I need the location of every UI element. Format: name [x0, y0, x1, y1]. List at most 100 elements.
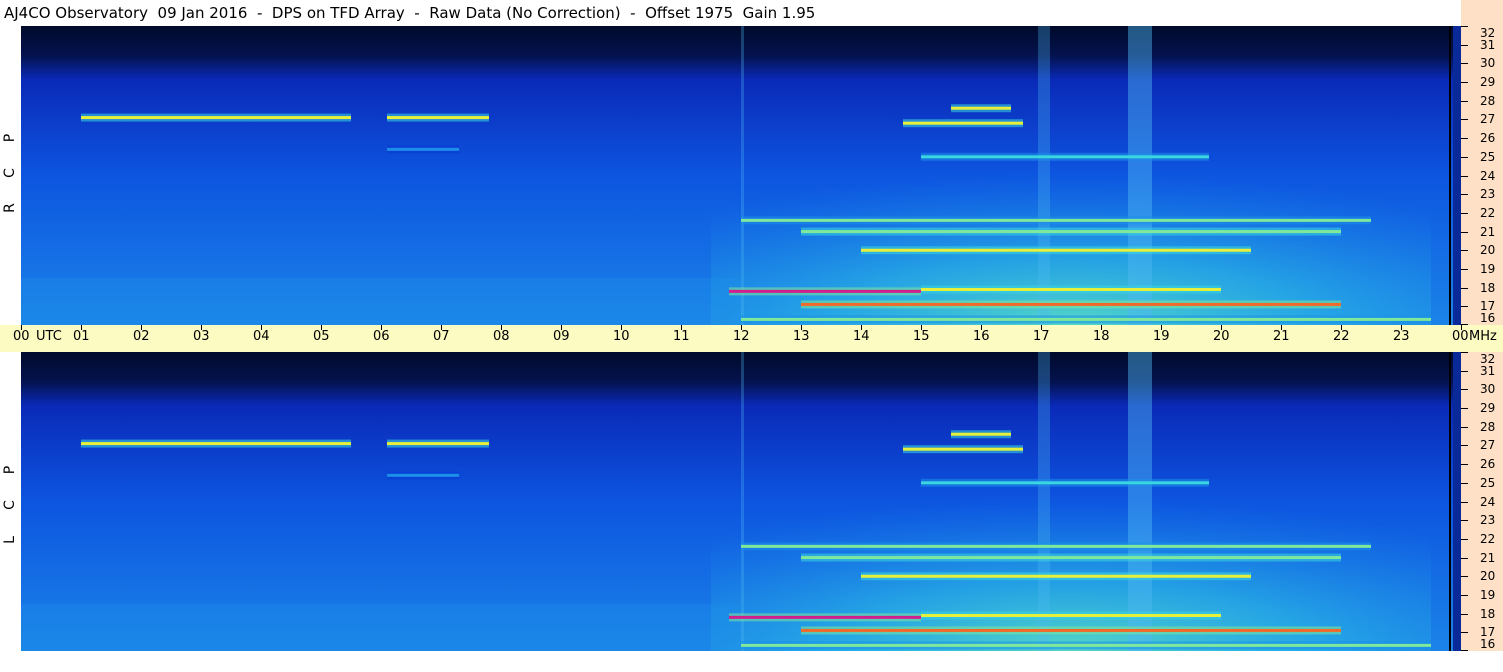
y-axis-header-strip — [1461, 0, 1503, 26]
y-tick-label: 20 — [1480, 569, 1496, 583]
emission-band — [387, 442, 489, 446]
emission-band — [387, 116, 489, 120]
y-tick-label: 18 — [1480, 281, 1496, 295]
emission-band — [741, 317, 1431, 321]
y-tick-label: 19 — [1480, 588, 1496, 602]
rcp-side-label: P C R — [2, 120, 18, 230]
x-tick-label: 07 — [433, 329, 450, 344]
y-tick — [1461, 558, 1468, 559]
x-tick-label: 03 — [193, 329, 210, 344]
plot-right-edge — [1453, 26, 1461, 325]
emission-band — [951, 106, 1011, 110]
y-tick-label: 25 — [1480, 476, 1496, 490]
y-tick — [1461, 232, 1468, 233]
emission-band — [741, 643, 1431, 647]
emission-band — [801, 628, 1341, 632]
y-tick-label: 22 — [1480, 206, 1496, 220]
emission-band — [741, 544, 1371, 548]
x-tick-label: 10 — [613, 329, 630, 344]
y-tick-label: 17 — [1480, 299, 1496, 313]
lcp-letter-2: C — [2, 500, 18, 510]
y-tick — [1461, 82, 1468, 83]
chart-title: AJ4CO Observatory 09 Jan 2016 - DPS on T… — [4, 4, 816, 22]
y-tick — [1461, 269, 1468, 270]
interference-column — [1038, 26, 1050, 325]
lcp-frequency-axis: 16 17 18 19 20 21 22 23 24 25 26 27 28 29 30 31 32 — [1461, 352, 1503, 651]
y-tick-label: 23 — [1480, 513, 1496, 527]
utc-time-axis: 00 01 02 03 04 05 06 07 08 09 10 11 12 13 14 15 16 17 18 19… — [0, 325, 1503, 352]
lcp-side-label: P C L — [2, 452, 18, 562]
y-tick — [1461, 288, 1468, 289]
y-tick — [1461, 539, 1468, 540]
y-tick — [1461, 194, 1468, 195]
y-tick-label: 27 — [1480, 112, 1496, 126]
y-tick — [1461, 138, 1468, 139]
y-tick-label: 32 — [1480, 352, 1496, 366]
y-tick-label: 22 — [1480, 532, 1496, 546]
y-tick-label: 23 — [1480, 187, 1496, 201]
emission-band — [903, 121, 1023, 125]
emission-band — [861, 574, 1251, 578]
y-tick — [1461, 119, 1468, 120]
emission-band — [921, 481, 1209, 485]
x-tick-label: 21 — [1273, 329, 1290, 344]
y-tick-label: 21 — [1480, 551, 1496, 565]
x-tick-label: 19 — [1153, 329, 1170, 344]
interference-column — [741, 26, 744, 325]
emission-band — [729, 615, 921, 619]
y-tick-label: 31 — [1480, 38, 1496, 52]
y-tick — [1461, 502, 1468, 503]
emission-band — [741, 218, 1371, 222]
lcp-letter-1: P — [2, 465, 18, 475]
x-tick-label: 22 — [1333, 329, 1350, 344]
y-tick — [1461, 632, 1468, 633]
x-tick-label: 00 — [1452, 329, 1469, 344]
x-tick-label: 20 — [1213, 329, 1230, 344]
x-tick-label: 16 — [973, 329, 990, 344]
x-tick-label: 17 — [1033, 329, 1050, 344]
emission-band — [903, 447, 1023, 451]
y-tick-label: 25 — [1480, 150, 1496, 164]
y-tick-label: 26 — [1480, 457, 1496, 471]
lcp-spectrogram — [21, 352, 1461, 651]
rcp-letter-3: R — [2, 203, 18, 213]
rcp-letter-2: C — [2, 168, 18, 178]
low-frequency-background — [21, 278, 741, 325]
emission-band — [801, 302, 1341, 306]
emission-band — [81, 442, 351, 446]
y-tick — [1461, 306, 1468, 307]
y-tick-label: 24 — [1480, 495, 1496, 509]
x-tick-label: 23 — [1393, 329, 1410, 344]
emission-band — [81, 116, 351, 120]
y-tick — [1461, 408, 1468, 409]
y-tick — [1461, 371, 1468, 372]
x-tick-label: 11 — [673, 329, 690, 344]
y-tick — [1461, 101, 1468, 102]
y-tick — [1461, 45, 1468, 46]
y-tick — [1461, 352, 1468, 353]
y-tick-label: 29 — [1480, 401, 1496, 415]
x-tick-label: 00 — [13, 329, 30, 344]
x-tick-label: 08 — [493, 329, 510, 344]
plot-right-edge — [1453, 352, 1461, 651]
emission-band — [921, 155, 1209, 159]
y-tick-label: 21 — [1480, 225, 1496, 239]
x-tick-label: 18 — [1093, 329, 1110, 344]
y-tick-label: 16 — [1480, 637, 1496, 651]
y-tick — [1461, 157, 1468, 158]
y-tick-label: 19 — [1480, 262, 1496, 276]
emission-band — [951, 432, 1011, 436]
y-tick-label: 30 — [1480, 56, 1496, 70]
y-tick-label: 20 — [1480, 243, 1496, 257]
emission-band — [861, 248, 1251, 252]
y-tick — [1461, 445, 1468, 446]
interference-column — [1128, 26, 1152, 325]
x-tick-label: 05 — [313, 329, 330, 344]
x-tick-label: 06 — [373, 329, 390, 344]
y-tick — [1461, 464, 1468, 465]
y-tick — [1461, 213, 1468, 214]
x-tick-label: 01 — [73, 329, 90, 344]
emission-band — [921, 287, 1221, 291]
y-tick-label: 17 — [1480, 625, 1496, 639]
y-tick — [1461, 427, 1468, 428]
